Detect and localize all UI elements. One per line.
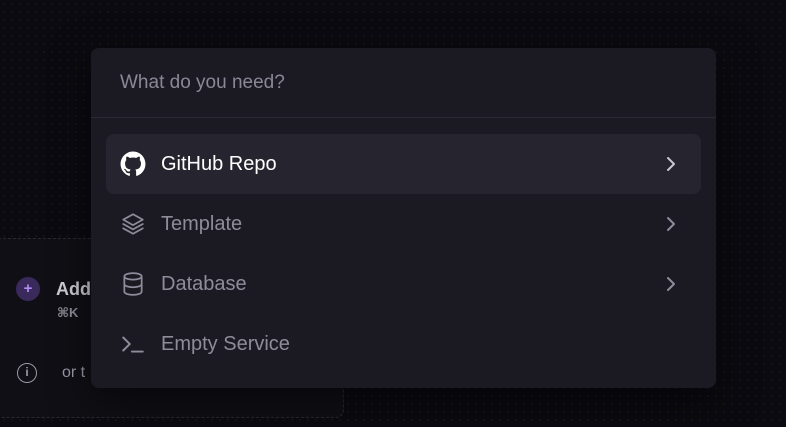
option-label: Template	[161, 212, 243, 235]
search-row	[91, 48, 716, 118]
add-service-row[interactable]: + Add	[16, 277, 91, 301]
option-label: Empty Service	[161, 332, 290, 355]
info-icon: i	[17, 363, 37, 383]
keyboard-shortcut-hint: ⌘K	[57, 305, 79, 320]
command-palette: GitHub Repo Template	[91, 48, 716, 388]
chevron-right-icon	[667, 277, 675, 291]
option-label: Database	[161, 272, 247, 295]
info-text: or t	[62, 364, 86, 381]
app-canvas: + Add ⌘K i or t GitHub Repo	[0, 0, 786, 427]
option-github-repo[interactable]: GitHub Repo	[106, 134, 701, 194]
chevron-right-icon	[667, 217, 675, 231]
info-row: i or t	[17, 363, 85, 383]
add-service-label: Add	[56, 278, 91, 299]
database-icon	[120, 271, 146, 297]
option-label: GitHub Repo	[161, 152, 277, 175]
chevron-right-icon	[667, 157, 675, 171]
layers-icon	[120, 211, 146, 237]
github-icon	[120, 151, 146, 177]
option-list: GitHub Repo Template Database Empty Serv…	[106, 134, 701, 374]
search-input[interactable]	[120, 68, 680, 98]
option-database[interactable]: Database	[106, 254, 701, 314]
plus-icon: +	[16, 277, 40, 301]
terminal-icon	[120, 331, 146, 357]
option-empty-service[interactable]: Empty Service	[106, 314, 701, 374]
option-template[interactable]: Template	[106, 194, 701, 254]
